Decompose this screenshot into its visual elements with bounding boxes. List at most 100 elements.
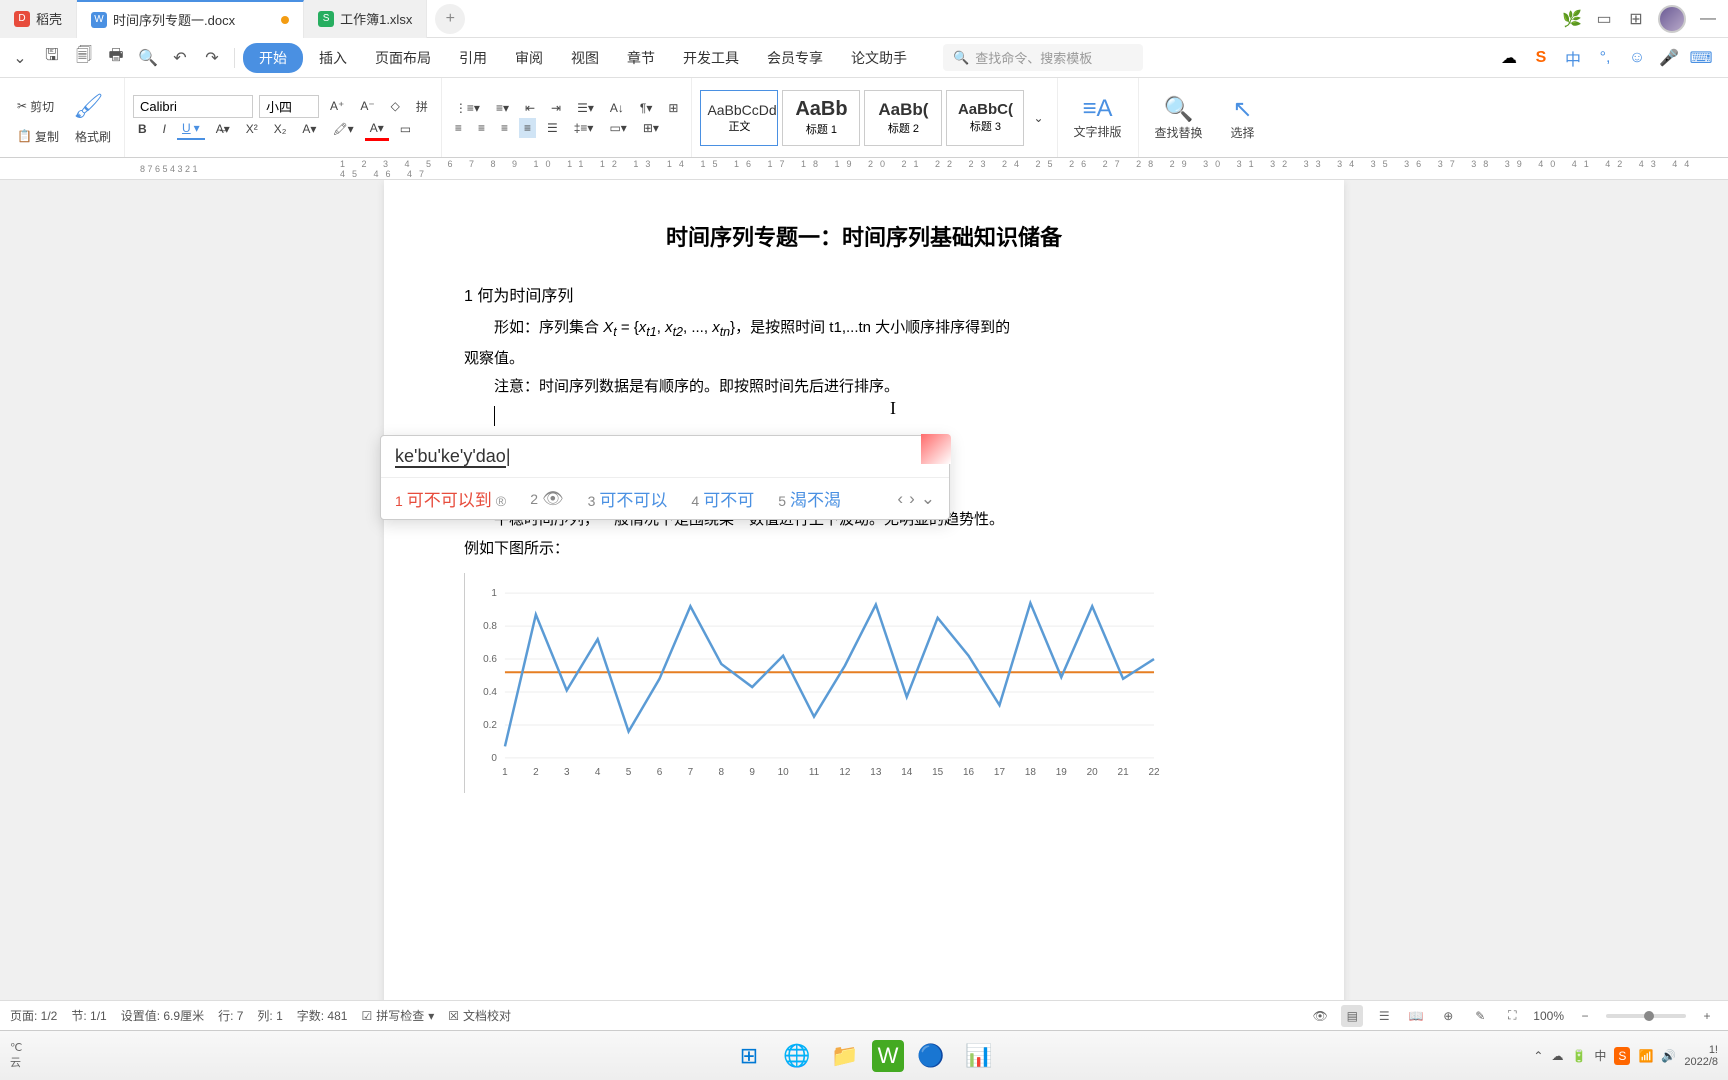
- status-proof[interactable]: ☒文档校对: [448, 1007, 511, 1024]
- font-family-input[interactable]: [133, 95, 253, 118]
- print-preview-icon[interactable]: 🔍: [134, 44, 162, 72]
- ime-candidate-5[interactable]: 5渴不渴: [778, 486, 841, 511]
- menu-review[interactable]: 审阅: [503, 42, 555, 74]
- undo-icon[interactable]: ↶: [166, 44, 194, 72]
- superscript-icon[interactable]: X²: [241, 119, 263, 139]
- select-button[interactable]: ↖ 选择: [1223, 91, 1263, 145]
- chrome-icon[interactable]: 🔵: [910, 1035, 952, 1077]
- fit-icon[interactable]: ⛶: [1501, 1005, 1523, 1027]
- web-view-icon[interactable]: ⊕: [1437, 1005, 1459, 1027]
- font-size-input[interactable]: [259, 95, 319, 118]
- menu-section[interactable]: 章节: [615, 42, 667, 74]
- ime-tray-icon[interactable]: 中: [1594, 1047, 1606, 1064]
- ime-candidate-2[interactable]: 2👁: [530, 489, 563, 509]
- bullet-list-icon[interactable]: ⋮≡▾: [450, 98, 485, 118]
- prev-icon[interactable]: ‹: [897, 489, 903, 509]
- battery-icon[interactable]: 🔋: [1571, 1049, 1586, 1063]
- shading-icon[interactable]: ▭▾: [604, 118, 631, 138]
- cut-button[interactable]: ✂剪切: [12, 95, 59, 118]
- distribute-icon[interactable]: ☰: [542, 118, 563, 138]
- borders-icon[interactable]: ⊞▾: [638, 118, 664, 138]
- save-icon[interactable]: 🖫: [38, 44, 66, 72]
- status-words[interactable]: 字数: 481: [297, 1007, 348, 1024]
- menu-ref[interactable]: 引用: [447, 42, 499, 74]
- zoom-out-icon[interactable]: −: [1574, 1005, 1596, 1027]
- menu-view[interactable]: 视图: [559, 42, 611, 74]
- sort-icon[interactable]: A↓: [605, 98, 629, 118]
- menu-layout[interactable]: 页面布局: [363, 42, 443, 74]
- zoom-percent[interactable]: 100%: [1533, 1009, 1564, 1023]
- outline-view-icon[interactable]: ☰: [1373, 1005, 1395, 1027]
- save-as-icon[interactable]: 🗐: [70, 44, 98, 72]
- phonetic-icon[interactable]: 拼: [411, 95, 433, 118]
- highlight-icon[interactable]: 🖍▾: [327, 119, 358, 139]
- document-page[interactable]: 时间序列专题一：时间序列基础知识储备 1 何为时间序列 形如：序列集合 Xt =…: [384, 180, 1344, 1030]
- clock[interactable]: 1!2022/8: [1684, 1044, 1718, 1068]
- cloud-icon[interactable]: ☁: [1498, 47, 1520, 69]
- app-icon[interactable]: 📊: [958, 1035, 1000, 1077]
- font-color-icon[interactable]: A▾: [365, 118, 389, 141]
- zoom-slider[interactable]: [1606, 1014, 1686, 1018]
- menu-vip[interactable]: 会员专享: [755, 42, 835, 74]
- align-right-icon[interactable]: ≡: [496, 118, 513, 138]
- sogou-icon[interactable]: S: [1530, 47, 1552, 69]
- align-justify-icon[interactable]: ≡: [519, 118, 536, 138]
- strikethrough-icon[interactable]: A̶▾: [211, 119, 235, 139]
- command-search[interactable]: 🔍 查找命令、搜索模板: [943, 44, 1143, 71]
- menu-dev[interactable]: 开发工具: [671, 42, 751, 74]
- tab-document-active[interactable]: W 时间序列专题一.docx: [77, 0, 304, 38]
- redo-icon[interactable]: ↷: [198, 44, 226, 72]
- decrease-font-icon[interactable]: A⁻: [355, 96, 379, 116]
- style-normal[interactable]: AaBbCcDd 正文: [700, 90, 778, 146]
- format-brush-button[interactable]: 🖌: [65, 88, 111, 125]
- page-view-icon[interactable]: ▤: [1341, 1005, 1363, 1027]
- keyboard-icon[interactable]: ⌨: [1690, 47, 1712, 69]
- underline-icon[interactable]: U▾: [177, 118, 205, 140]
- char-border-icon[interactable]: ▭: [395, 119, 416, 139]
- align-left-icon[interactable]: ≡: [450, 118, 467, 138]
- weather-widget[interactable]: ℃云: [10, 1041, 22, 1070]
- minimize-icon[interactable]: —: [1698, 9, 1718, 29]
- number-list-icon[interactable]: ≡▾: [491, 98, 514, 118]
- italic-icon[interactable]: I: [158, 119, 171, 139]
- text-effect-icon[interactable]: A▾: [297, 119, 321, 139]
- expand-icon[interactable]: ⌄: [921, 489, 935, 509]
- style-h3[interactable]: AaBbC( 标题 3: [946, 90, 1024, 146]
- apps-icon[interactable]: ⊞: [1626, 9, 1646, 29]
- menu-start[interactable]: 开始: [243, 43, 303, 73]
- user-avatar[interactable]: [1658, 5, 1686, 33]
- ime-candidate-4[interactable]: 4可不可: [691, 486, 754, 511]
- brush-label[interactable]: 格式刷: [70, 125, 116, 148]
- edit-icon[interactable]: ✎: [1469, 1005, 1491, 1027]
- status-page[interactable]: 页面: 1/2: [10, 1007, 57, 1024]
- emoji-icon[interactable]: ☺: [1626, 47, 1648, 69]
- ruler[interactable]: 8 7 6 5 4 3 2 1 1 2 3 4 5 6 7 8 9 10 11 …: [0, 158, 1728, 180]
- menu-insert[interactable]: 插入: [307, 42, 359, 74]
- eye-icon[interactable]: 👁: [1309, 1005, 1331, 1027]
- edge-icon[interactable]: 🌐: [776, 1035, 818, 1077]
- style-h1[interactable]: AaBb 标题 1: [782, 90, 860, 146]
- increase-font-icon[interactable]: A⁺: [325, 96, 349, 116]
- decrease-indent-icon[interactable]: ⇤: [520, 98, 540, 118]
- copy-button[interactable]: 📋复制: [12, 125, 64, 148]
- bold-icon[interactable]: B: [133, 119, 152, 139]
- asian-layout-icon[interactable]: ☰▾: [572, 98, 599, 118]
- menu-dropdown-icon[interactable]: ⌄: [6, 44, 34, 72]
- styles-more-icon[interactable]: ⌄: [1028, 108, 1048, 128]
- ime-candidate-1[interactable]: 1可不可以到®: [395, 486, 506, 511]
- add-tab-button[interactable]: +: [435, 4, 465, 34]
- window-split-icon[interactable]: ▭: [1594, 9, 1614, 29]
- print-icon[interactable]: 🖶: [102, 44, 130, 72]
- tab-docer[interactable]: D 稻壳: [0, 0, 77, 38]
- text-layout-button[interactable]: ≡A 文字排版: [1066, 91, 1130, 144]
- zoom-in-icon[interactable]: +: [1696, 1005, 1718, 1027]
- ime-zh-icon[interactable]: 中: [1562, 47, 1584, 69]
- start-button[interactable]: ⊞: [728, 1035, 770, 1077]
- line-spacing-icon[interactable]: ‡≡▾: [569, 118, 599, 138]
- ime-candidate-3[interactable]: 3可不可以: [588, 486, 668, 511]
- volume-icon[interactable]: 🔊: [1661, 1049, 1676, 1063]
- clear-format-icon[interactable]: ◇: [386, 96, 405, 116]
- reading-view-icon[interactable]: 📖: [1405, 1005, 1427, 1027]
- onedrive-icon[interactable]: ☁: [1551, 1049, 1563, 1063]
- find-replace-button[interactable]: 🔍 查找替换: [1147, 91, 1211, 145]
